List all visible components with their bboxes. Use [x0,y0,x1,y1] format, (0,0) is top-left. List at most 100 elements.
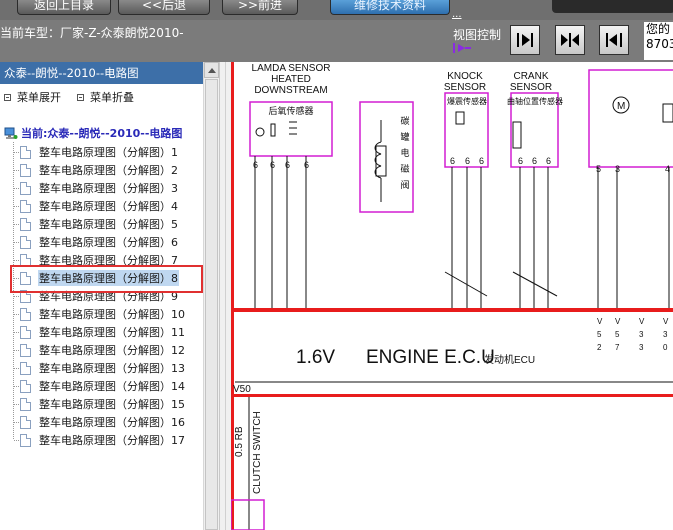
knock-pin-3: 6 [479,156,484,166]
tree-item-label: 整车电路原理图（分解图）3 [39,182,178,195]
document-icon [20,235,31,249]
document-icon [20,397,31,411]
tree-branch-line [14,223,19,225]
tree-item[interactable]: 整车电路原理图（分解图）11 [14,324,186,340]
tree-item[interactable]: 整车电路原理图（分解图）5 [14,216,179,232]
ecu-voltage-label: 1.6V [296,347,335,368]
fit-left-button[interactable] [599,25,629,55]
document-icon [20,181,31,195]
menu-collapse-button[interactable]: 菜单折叠 [77,89,134,105]
ecu-pin-b-2: 7 [615,343,620,352]
tree-item[interactable]: 整车电路原理图（分解图）4 [14,198,179,214]
tree-branch-line [14,349,19,351]
fit-both-button[interactable] [555,25,585,55]
tree-item[interactable]: 整车电路原理图（分解图）17 [14,432,186,448]
more-link[interactable]: ... [452,9,462,20]
sidebar-scrollbar[interactable] [203,62,219,530]
tree-root[interactable]: 当前:众泰--朗悦--2010--电路图 [4,125,182,141]
lamda-label-1: LAMDA SENSOR [252,63,331,74]
knock-label-2: SENSOR [444,82,486,93]
document-icon [20,379,31,393]
menu-expand-label: 菜单展开 [17,91,61,104]
lamda-cn-label: 后氧传感器 [268,105,313,116]
tree-item[interactable]: 整车电路原理图（分解图）1 [14,144,179,160]
tree-item[interactable]: 整车电路原理图（分解图）10 [14,306,186,322]
knock-element-icon [455,111,465,125]
canister-cn-2: 罐 [400,131,409,142]
wiring-diagram-view[interactable]: LAMDA SENSOR HEATED DOWNSTREAM 后氧传感器 6 6… [231,62,673,530]
crank-pin-3: 6 [546,156,551,166]
repair-data-tab[interactable]: 维修技术资料 [330,0,450,15]
tree-item[interactable]: 整车电路原理图（分解图）14 [14,378,186,394]
back-button[interactable]: <<后退 [118,0,210,15]
tree-item[interactable]: 整车电路原理图（分解图）12 [14,342,186,358]
tree-item[interactable]: 整车电路原理图（分解图）2 [14,162,179,178]
zoom-indicator-icon [453,43,471,53]
ecu-pin-b-v: V [615,317,621,326]
tree-item-label: 整车电路原理图（分解图）2 [39,164,178,177]
arrow-to-bar-left-icon [606,33,622,47]
knock-label-1: KNOCK [447,71,483,82]
lamda-pin-3: 6 [285,160,290,170]
canister-cn-1: 碳 [400,115,409,126]
header-bar: 当前车型：厂家-Z-众泰朗悦2010- 视图控制 您的 8703 [0,20,673,62]
tree-item[interactable]: 整车电路原理图（分解图）13 [14,360,186,376]
ecu-pin-d-v: V [663,317,669,326]
ecu-pin-c-1: 3 [639,330,644,339]
wire-size-label: 0.5 RB [234,426,245,457]
view-control-label: 视图控制 [453,28,502,42]
current-model-label: 当前车型：厂家-Z-众泰朗悦2010- [0,26,184,40]
tree-item-label: 整车电路原理图（分解图）16 [39,416,185,429]
tree-branch-line [14,295,19,297]
motor-pin-3: 4 [665,164,670,174]
crank-pin-1: 6 [518,156,523,166]
panel-splitter[interactable] [219,62,231,530]
ecu-pin-b-1: 5 [615,330,620,339]
tree-branch-line [14,205,19,207]
heater-element-icon [255,127,265,137]
fit-right-button[interactable] [510,25,540,55]
lamda-pin-1: 6 [253,160,258,170]
scroll-up-arrow-icon[interactable] [204,62,219,78]
tree-branch-line [14,259,19,261]
tree-item[interactable]: 整车电路原理图（分解图）15 [14,396,186,412]
tree-branch-line [14,241,19,243]
motor-pin-2: 3 [615,164,620,174]
expand-icon [4,93,11,101]
forward-button[interactable]: >>前进 [222,0,298,15]
tree-item-label: 整车电路原理图（分解图）17 [39,434,185,447]
tree-branch-line [14,403,19,405]
scrollbar-thumb[interactable] [205,79,218,530]
clutch-switch-box [231,499,265,530]
tree-item[interactable]: 整车电路原理图（分解图）6 [14,234,179,250]
menu-expand-button[interactable]: 菜单展开 [4,89,61,105]
document-icon [20,307,31,321]
ecu-cn-label: 发动机ECU [484,353,535,366]
top-right-button[interactable] [552,0,673,13]
document-icon [20,217,31,231]
lamda-pin-2: 6 [270,160,275,170]
tree-item[interactable]: 整车电路原理图（分解图）3 [14,180,179,196]
document-icon [20,415,31,429]
ecu-pin-c-2: 3 [639,343,644,352]
tree-branch-line [14,367,19,369]
user-info-box: 您的 8703 [644,22,673,60]
ecu-bus-line [231,308,673,312]
computer-icon [4,127,18,139]
back-to-directory-button[interactable]: 返回上目录 [17,0,111,15]
tree-item[interactable]: 整车电路原理图（分解图）16 [14,414,186,430]
lamda-probe-icon [270,123,276,137]
tree-branch-line [14,187,19,189]
lamda-pin-4: 6 [304,160,309,170]
tree-root-label: 当前:众泰--朗悦--2010--电路图 [21,127,183,140]
menu-actions: 菜单展开 菜单折叠 [0,89,200,105]
diagram-left-border [231,62,234,530]
tree-branch-line [14,439,19,441]
tree-branch-line [14,331,19,333]
tree-item-label: 整车电路原理图（分解图）10 [39,308,185,321]
motor-pin-1: 5 [596,164,601,174]
user-info-line1: 您的 [646,22,671,36]
clutch-switch-label: CLUTCH SWITCH [252,411,263,494]
arrow-to-bar-right-icon [517,33,533,47]
lamda-label-3: DOWNSTREAM [254,85,327,96]
